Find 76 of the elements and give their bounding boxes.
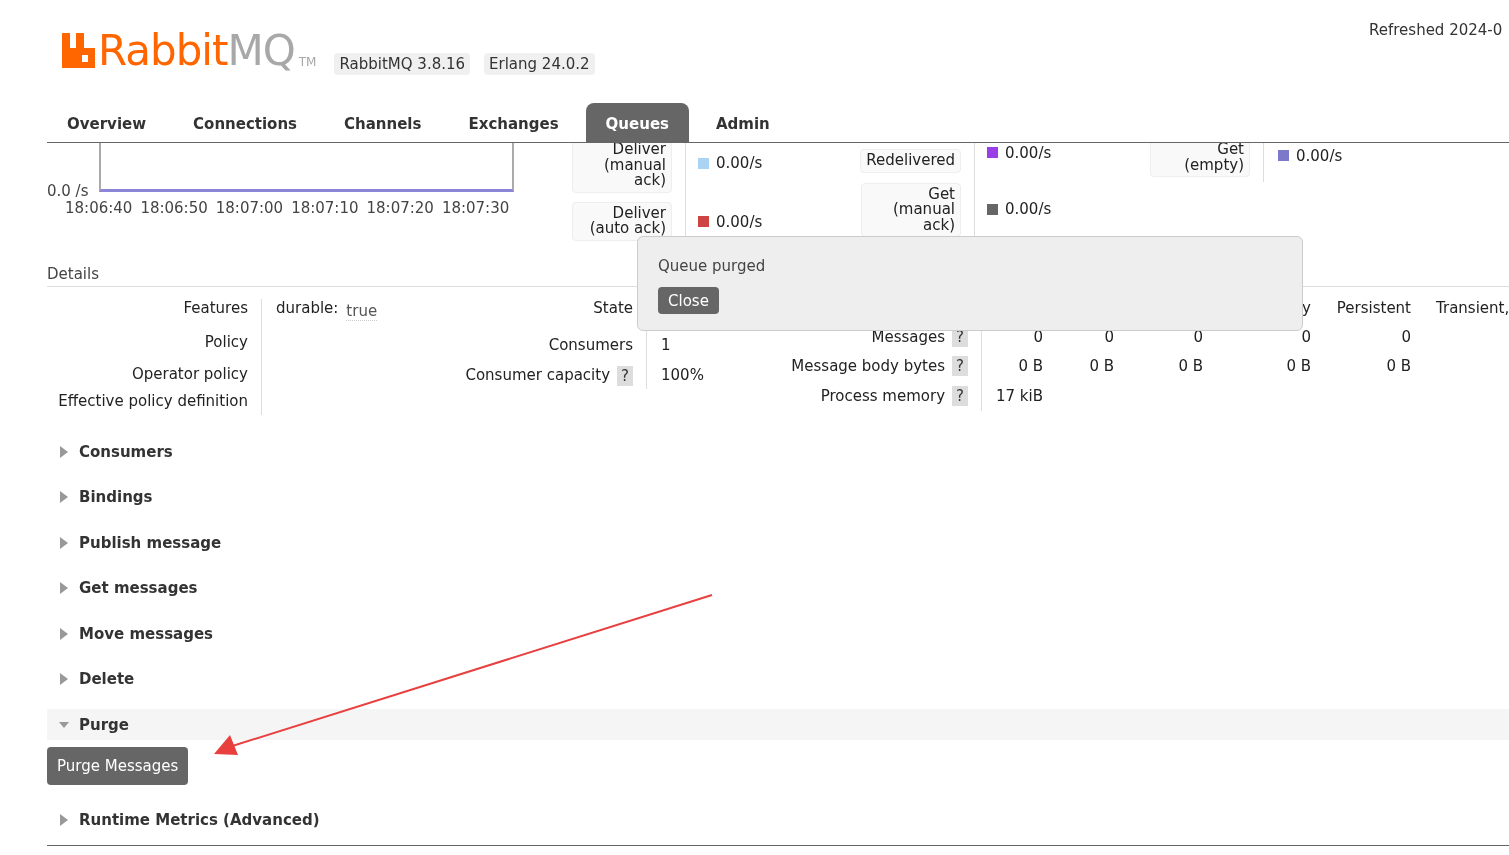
rate-label: Get (empty) bbox=[1150, 143, 1250, 177]
rate-label: Deliver (manual ack) bbox=[572, 143, 672, 193]
expand-icon[interactable] bbox=[59, 813, 69, 826]
logo-text: MQ bbox=[227, 31, 295, 71]
property-key: durable: bbox=[276, 299, 339, 317]
expand-icon[interactable] bbox=[59, 673, 69, 686]
expand-icon[interactable] bbox=[59, 491, 69, 504]
refresh-time: Refreshed 2024-0 bbox=[1369, 21, 1503, 39]
property-label: Features bbox=[182, 299, 249, 319]
axis-label: 18:07:00 bbox=[215, 199, 284, 217]
table-cell-text: 17 kiB bbox=[995, 387, 1043, 405]
table-cell-text: 0 bbox=[1300, 328, 1311, 346]
axis-label: 18:07:30 bbox=[441, 199, 510, 217]
table-cell-text: 0 B bbox=[1385, 357, 1411, 375]
nav-tab[interactable]: Overview bbox=[47, 103, 167, 142]
axis-label: 18:06:50 bbox=[140, 199, 208, 217]
axis-label: 18:07:20 bbox=[366, 199, 434, 217]
rate-value: 0.00/s bbox=[1005, 143, 1052, 162]
property-label: Consumers bbox=[548, 336, 633, 354]
property-value: true bbox=[346, 302, 378, 321]
rate-value: 0.00/s bbox=[1296, 146, 1343, 165]
axis-label: 18:06:40 bbox=[65, 199, 133, 217]
nav-tab[interactable]: Channels bbox=[324, 103, 442, 142]
axis-label: 0.0 /s bbox=[47, 182, 90, 200]
section-title[interactable]: Delete bbox=[79, 670, 135, 689]
version-badge: Erlang 24.0.2 bbox=[484, 53, 595, 75]
row-label: Messages bbox=[871, 328, 946, 346]
expand-icon[interactable] bbox=[59, 627, 69, 640]
table-cell-text: 0 B bbox=[1017, 357, 1043, 375]
table-cell-text: 0 B bbox=[1177, 357, 1203, 375]
logo-text: Rabbit bbox=[98, 31, 228, 71]
section-title[interactable]: Publish message bbox=[79, 533, 222, 552]
column-header: Transient, bbox=[1435, 299, 1509, 317]
help-button[interactable]: ? bbox=[952, 386, 968, 406]
nav-tab[interactable]: Exchanges bbox=[448, 103, 579, 142]
rate-label: Get (manual ack) bbox=[861, 182, 961, 237]
section-title[interactable]: Move messages bbox=[79, 624, 214, 643]
section-title[interactable]: Runtime Metrics (Advanced) bbox=[79, 810, 320, 829]
property-label: Operator policy bbox=[130, 363, 249, 385]
property-label: Policy bbox=[203, 332, 249, 353]
property-value: 1 bbox=[661, 336, 671, 354]
row-label: Message body bytes bbox=[791, 357, 946, 375]
logo-icon bbox=[62, 33, 95, 68]
purge-button[interactable]: Purge Messages bbox=[47, 747, 189, 785]
help-button[interactable]: ? bbox=[952, 356, 968, 376]
version-badge: RabbitMQ 3.8.16 bbox=[334, 53, 471, 75]
section-title[interactable]: Purge bbox=[79, 715, 129, 734]
rate-label: Redelivered bbox=[860, 149, 961, 173]
section-title[interactable]: Consumers bbox=[79, 442, 173, 461]
table-cell-text: 0 bbox=[1400, 328, 1411, 346]
trademark-text: TM bbox=[298, 55, 317, 69]
table-cell-text: 0 B bbox=[1088, 357, 1114, 375]
rate-value: 0.00/s bbox=[1005, 200, 1052, 219]
expand-icon[interactable] bbox=[59, 582, 69, 595]
close-button[interactable]: Close bbox=[658, 287, 719, 314]
column-header: y bbox=[1301, 299, 1311, 317]
rate-value: 0.00/s bbox=[716, 154, 763, 173]
table-cell-text: 0 B bbox=[1285, 357, 1311, 375]
expand-icon[interactable] bbox=[59, 536, 69, 549]
expand-icon[interactable] bbox=[59, 445, 69, 458]
nav-tab[interactable]: Queues bbox=[585, 103, 689, 142]
help-button[interactable]: ? bbox=[617, 366, 633, 386]
nav-tab[interactable]: Admin bbox=[696, 103, 790, 142]
property-label: Consumer capacity bbox=[465, 366, 611, 384]
row-label: Process memory bbox=[820, 387, 946, 405]
rate-label: Deliver (auto ack) bbox=[572, 201, 672, 241]
axis-label: 18:07:10 bbox=[291, 199, 359, 217]
property-value: 100% bbox=[661, 366, 704, 384]
rate-value: 0.00/s bbox=[716, 212, 763, 231]
section-header[interactable]: Purge bbox=[47, 709, 1509, 740]
column-header: Persistent bbox=[1335, 299, 1411, 317]
property-label: Effective policy definition bbox=[57, 391, 249, 412]
section-title[interactable]: Get messages bbox=[79, 579, 198, 598]
nav-tab[interactable]: Connections bbox=[173, 103, 318, 142]
section-title[interactable]: Bindings bbox=[79, 488, 153, 507]
property-label: State bbox=[593, 299, 633, 317]
